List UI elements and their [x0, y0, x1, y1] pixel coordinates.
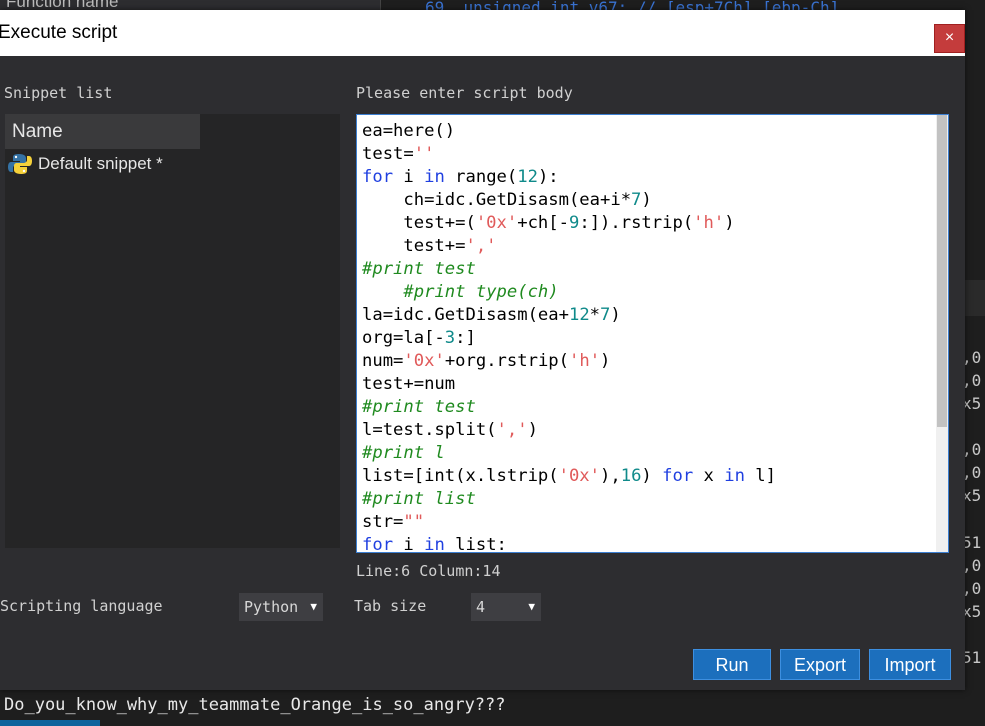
- python-icon: [8, 153, 32, 175]
- script-editor[interactable]: ea=here() test='' for i in range(12): ch…: [356, 114, 949, 553]
- cursor-status: Line:6 Column:14: [356, 562, 501, 580]
- editor-scrollbar[interactable]: [936, 115, 948, 552]
- snippet-column-header[interactable]: Name: [5, 114, 200, 149]
- scripting-language-value: Python: [244, 598, 299, 616]
- dialog-titlebar[interactable]: Execute script ×: [0, 10, 965, 56]
- script-code[interactable]: ea=here() test='' for i in range(12): ch…: [362, 120, 776, 552]
- snippet-list-label: Snippet list: [4, 84, 113, 102]
- tab-size-value: 4: [476, 598, 486, 616]
- run-button[interactable]: Run: [693, 649, 771, 680]
- scripting-language-select[interactable]: Python ▼: [239, 593, 323, 621]
- close-button[interactable]: ×: [934, 24, 965, 53]
- snippet-list[interactable]: Name Default snippet *: [5, 114, 340, 548]
- export-button[interactable]: Export: [780, 649, 860, 680]
- dialog-title: Execute script: [0, 22, 118, 43]
- background-toolbar-strip: [965, 280, 985, 316]
- output-tab-indicator[interactable]: [0, 720, 100, 726]
- chevron-down-icon: ▼: [310, 600, 317, 613]
- editor-scroll-thumb[interactable]: [937, 115, 947, 427]
- chevron-down-icon: ▼: [528, 600, 535, 613]
- tab-size-select[interactable]: 4 ▼: [471, 593, 541, 621]
- snippet-item[interactable]: Default snippet *: [8, 152, 163, 176]
- scripting-language-label: Scripting language: [0, 597, 163, 615]
- execute-script-dialog: Execute script × Snippet list Name Defau…: [0, 10, 965, 690]
- output-line: Do_you_know_why_my_teammate_Orange_is_so…: [4, 695, 506, 715]
- tab-size-label: Tab size: [354, 597, 427, 615]
- snippet-name: Default snippet *: [38, 154, 163, 173]
- import-button[interactable]: Import: [869, 649, 951, 680]
- script-body-label: Please enter script body: [356, 84, 573, 102]
